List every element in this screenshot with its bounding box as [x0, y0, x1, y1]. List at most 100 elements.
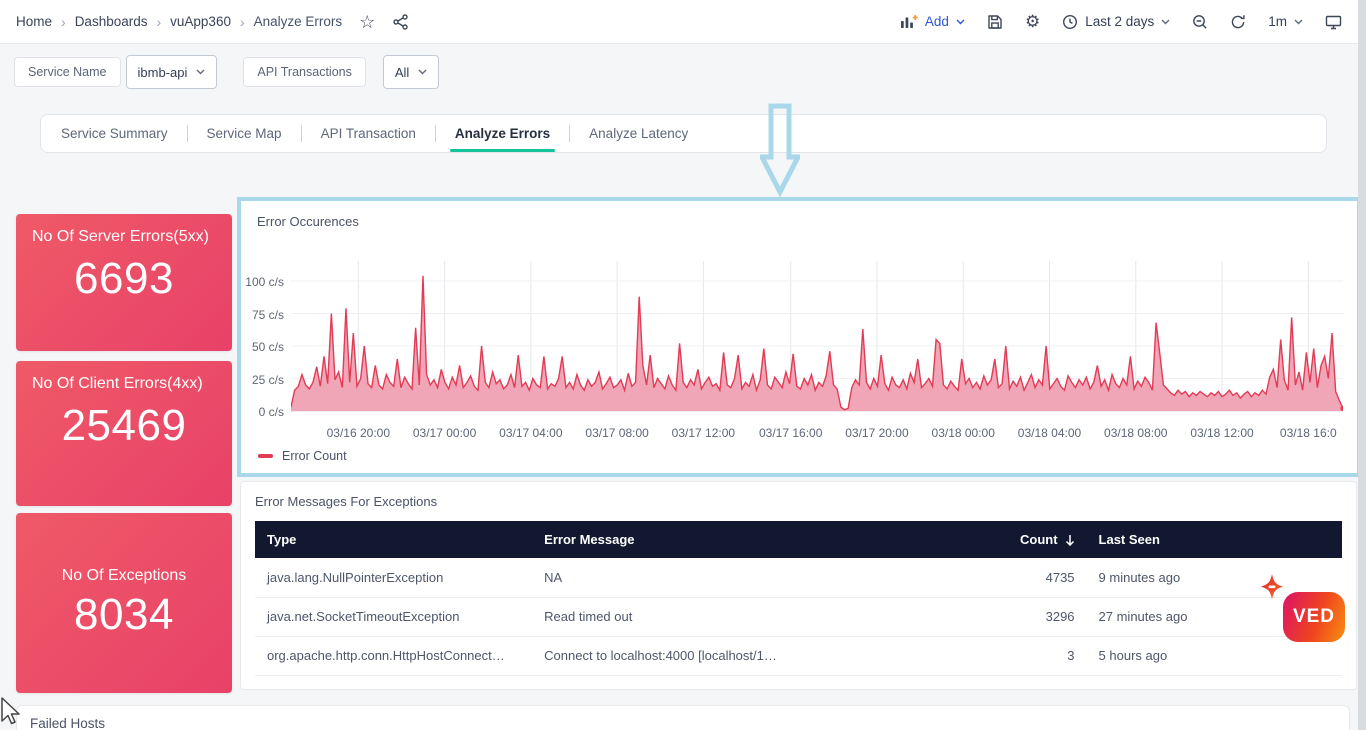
error-occurrences-chart[interactable] [291, 261, 1343, 421]
x-axis-tick: 03/16 20:00 [327, 426, 390, 440]
fullscreen-monitor-icon[interactable] [1325, 14, 1342, 30]
column-header-count[interactable]: Count [994, 521, 1086, 558]
top-bar: Home › Dashboards › vuApp360 › Analyze E… [0, 0, 1366, 44]
sparkle-icon [1255, 572, 1289, 608]
y-axis-tick: 0 c/s [259, 405, 284, 419]
cell-count: 3296 [994, 597, 1086, 636]
tab-separator [301, 125, 302, 142]
cell-error-message: NA [532, 558, 994, 597]
failed-hosts-panel: Failed Hosts [16, 705, 1350, 730]
server-errors-card: No Of Server Errors(5xx) 6693 [16, 214, 232, 351]
server-errors-value: 6693 [16, 254, 232, 304]
y-axis-tick: 50 c/s [252, 340, 284, 354]
error-occurrences-title: Error Occurences [241, 201, 1357, 229]
service-name-dropdown[interactable]: ibmb-api [126, 55, 218, 89]
table-row[interactable]: org.apache.http.conn.HttpHostConnect… Co… [255, 636, 1342, 675]
ved-logo-text: VED [1293, 606, 1335, 628]
x-axis-tick: 03/17 00:00 [413, 426, 476, 440]
column-header-last-seen[interactable]: Last Seen [1087, 521, 1342, 558]
favorite-star-icon[interactable]: ☆ [359, 13, 375, 31]
tab-service-summary[interactable]: Service Summary [43, 115, 186, 152]
client-errors-title: No Of Client Errors(4xx) [16, 361, 232, 395]
x-axis-tick: 03/18 16:0 [1280, 426, 1337, 440]
analyze-errors-dashboard: Home › Dashboards › vuApp360 › Analyze E… [0, 0, 1366, 730]
add-chart-icon [900, 14, 918, 29]
api-transactions-label-chip: API Transactions [243, 57, 366, 87]
cell-error-message: Connect to localhost:4000 [localhost/1… [532, 636, 994, 675]
cell-type: org.apache.http.conn.HttpHostConnect… [255, 636, 532, 675]
service-name-label-chip: Service Name [14, 57, 121, 87]
toolbar: Add ⚙ Last 2 days [900, 13, 1342, 30]
x-axis-tick: 03/17 16:00 [759, 426, 822, 440]
api-transactions-dropdown[interactable]: All [383, 55, 439, 89]
legend-error-count[interactable]: Error Count [258, 449, 1357, 463]
tab-bar: Service Summary Service Map API Transact… [40, 114, 1327, 153]
exceptions-value: 8034 [16, 590, 232, 640]
failed-hosts-title: Failed Hosts [30, 716, 105, 730]
add-panel-button[interactable]: Add [900, 14, 965, 29]
y-axis-tick: 25 c/s [252, 373, 284, 387]
breadcrumb-chevron-icon: › [240, 14, 245, 30]
cell-error-message: Read timed out [532, 597, 994, 636]
annotation-down-arrow [760, 103, 800, 197]
x-axis-tick: 03/18 08:00 [1104, 426, 1167, 440]
ved-logo: VED [1283, 592, 1345, 642]
x-axis-tick: 03/17 04:00 [499, 426, 562, 440]
refresh-interval-picker[interactable]: 1m [1268, 14, 1303, 29]
chevron-down-icon [196, 69, 205, 75]
client-errors-card: No Of Client Errors(4xx) 25469 [16, 361, 232, 506]
y-axis-tick: 75 c/s [252, 308, 284, 322]
save-icon[interactable] [987, 14, 1003, 30]
tab-service-map[interactable]: Service Map [189, 115, 300, 152]
table-header-row: Type Error Message Count Last Seen [255, 521, 1342, 558]
clock-icon [1062, 14, 1078, 30]
legend-label: Error Count [282, 449, 347, 463]
table-row[interactable]: java.net.SocketTimeoutException Read tim… [255, 597, 1342, 636]
client-errors-value: 25469 [16, 401, 232, 451]
tab-analyze-errors[interactable]: Analyze Errors [437, 115, 568, 152]
chevron-down-icon [1161, 19, 1170, 25]
x-axis-tick: 03/17 12:00 [672, 426, 735, 440]
tab-api-transaction[interactable]: API Transaction [303, 115, 434, 152]
mouse-cursor [0, 697, 22, 727]
cell-count: 4735 [994, 558, 1086, 597]
breadcrumb-home[interactable]: Home [16, 14, 52, 29]
table-row[interactable]: java.lang.NullPointerException NA 4735 9… [255, 558, 1342, 597]
column-header-error-message[interactable]: Error Message [532, 521, 994, 558]
time-range-value: Last 2 days [1085, 14, 1154, 29]
chevron-down-icon [956, 19, 965, 25]
breadcrumb-vuapp360[interactable]: vuApp360 [170, 14, 231, 29]
cell-type: java.lang.NullPointerException [255, 558, 532, 597]
chart-wrap: 100 c/s 75 c/s 50 c/s 25 c/s 0 c/s [241, 261, 1357, 421]
breadcrumb-chevron-icon: › [156, 14, 161, 30]
filter-bar: Service Name ibmb-api API Transactions A… [14, 55, 439, 89]
settings-gear-icon[interactable]: ⚙ [1025, 13, 1040, 30]
error-messages-title: Error Messages For Exceptions [255, 494, 1342, 509]
vertical-scrollbar[interactable] [1358, 0, 1366, 730]
tab-analyze-latency[interactable]: Analyze Latency [571, 115, 706, 152]
error-count-area [291, 276, 1343, 411]
breadcrumb-dashboards[interactable]: Dashboards [75, 14, 148, 29]
y-axis-tick: 100 c/s [245, 275, 284, 289]
refresh-icon[interactable] [1230, 14, 1246, 30]
service-name-value: ibmb-api [138, 65, 188, 80]
x-axis-tick: 03/18 04:00 [1018, 426, 1081, 440]
error-chart-plot[interactable] [291, 261, 1343, 421]
sort-descending-icon [1065, 534, 1075, 546]
chevron-down-icon [418, 69, 427, 75]
tab-separator [435, 125, 436, 142]
tab-separator [569, 125, 570, 142]
chevron-down-icon [1294, 19, 1303, 25]
breadcrumb: Home › Dashboards › vuApp360 › Analyze E… [16, 13, 409, 31]
refresh-interval-value: 1m [1268, 14, 1287, 29]
column-header-type[interactable]: Type [255, 521, 532, 558]
x-axis-tick: 03/18 12:00 [1190, 426, 1253, 440]
exceptions-card: No Of Exceptions 8034 [16, 513, 232, 693]
share-icon[interactable] [392, 14, 409, 30]
breadcrumb-current-page: Analyze Errors [254, 14, 343, 29]
error-chart-yaxis: 100 c/s 75 c/s 50 c/s 25 c/s 0 c/s [241, 261, 291, 421]
server-errors-title: No Of Server Errors(5xx) [16, 214, 232, 248]
add-label: Add [925, 14, 949, 29]
time-range-picker[interactable]: Last 2 days [1062, 14, 1170, 30]
zoom-out-icon[interactable] [1192, 14, 1208, 30]
